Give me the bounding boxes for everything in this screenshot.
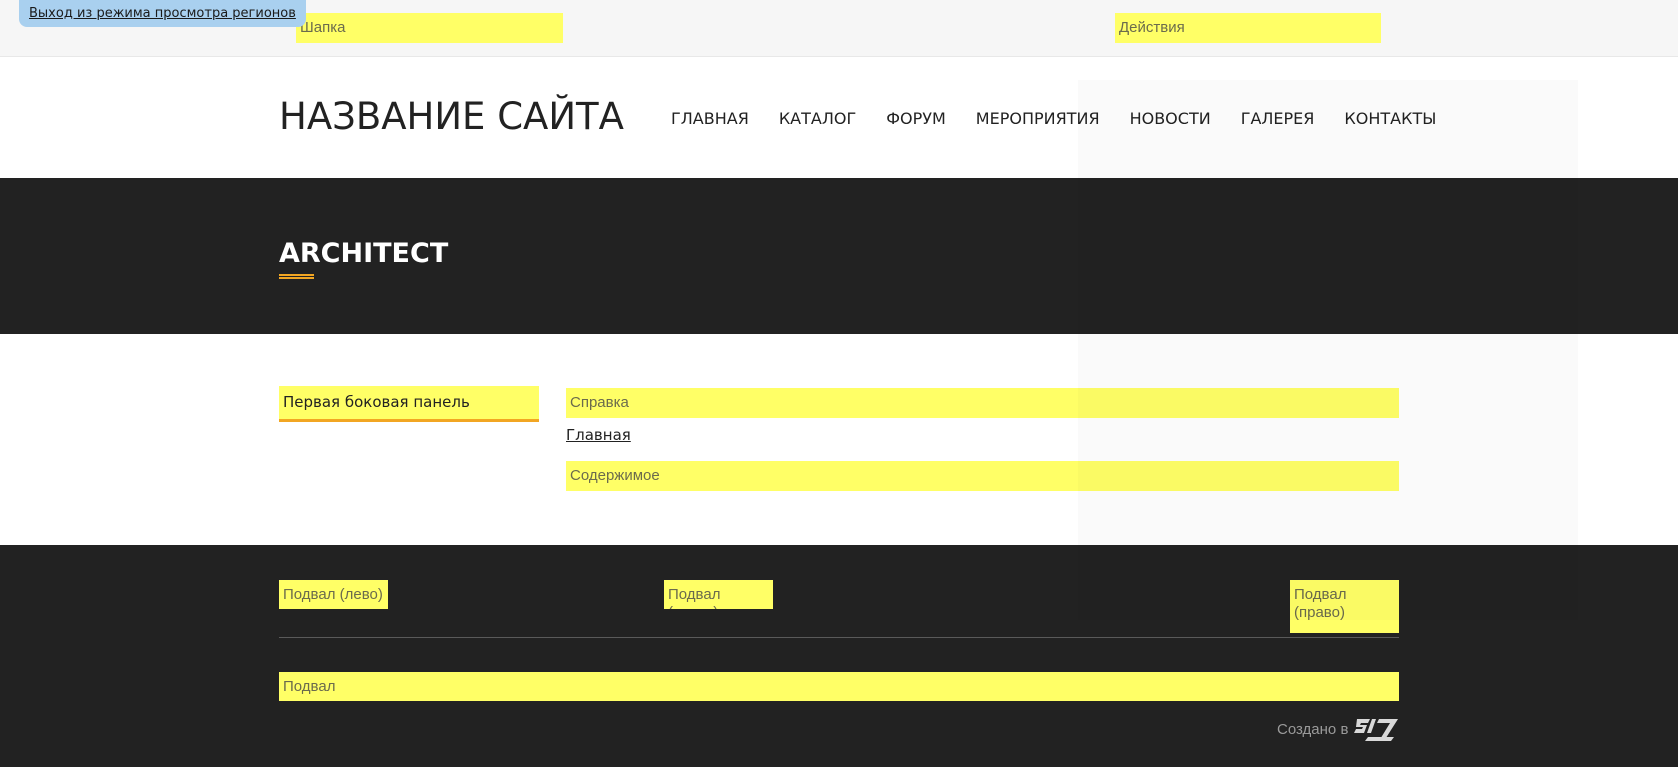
page: Шапка Действия Выход из режима просмотра… xyxy=(0,0,1678,767)
nav-item-events[interactable]: МЕРОПРИЯТИЯ xyxy=(976,109,1100,128)
site-footer: Подвал (лево) Подвал (центр) Подвал (пра… xyxy=(0,545,1678,767)
page-title: ARCHITECT xyxy=(279,238,449,269)
exit-region-demo-link[interactable]: Выход из режима просмотра регионов xyxy=(19,0,306,27)
site-name[interactable]: НАЗВАНИЕ САЙТА xyxy=(279,95,624,138)
nav-item-catalog[interactable]: КАТАЛОГ xyxy=(779,109,856,128)
nav-item-home[interactable]: ГЛАВНАЯ xyxy=(671,109,749,128)
region-footer-center: Подвал (центр) xyxy=(664,580,773,609)
nav-item-contacts[interactable]: КОНТАКТЫ xyxy=(1344,109,1436,128)
region-help: Справка xyxy=(566,388,1399,418)
nav-item-forum[interactable]: ФОРУМ xyxy=(886,109,946,128)
page-title-band: ARCHITECT xyxy=(0,178,1678,334)
region-footer-left: Подвал (лево) xyxy=(279,580,388,609)
region-footer: Подвал xyxy=(279,672,1399,701)
main-content: Первая боковая панель Справка Главная Со… xyxy=(0,334,1678,545)
region-header: Шапка xyxy=(296,13,563,43)
nav-item-news[interactable]: НОВОСТИ xyxy=(1130,109,1211,128)
breadcrumb-home-link[interactable]: Главная xyxy=(566,426,631,444)
nav-item-gallery[interactable]: ГАЛЕРЕЯ xyxy=(1241,109,1315,128)
region-actions: Действия xyxy=(1115,13,1381,43)
sidebar-first-title: Первая боковая панель xyxy=(279,386,539,422)
main-nav: ГЛАВНАЯ КАТАЛОГ ФОРУМ МЕРОПРИЯТИЯ НОВОСТ… xyxy=(671,109,1436,128)
site-header: НАЗВАНИЕ САЙТА ГЛАВНАЯ КАТАЛОГ ФОРУМ МЕР… xyxy=(0,57,1678,178)
region-footer-right: Подвал (право) xyxy=(1290,580,1399,633)
footer-divider xyxy=(279,637,1399,638)
credits-text: Создано в xyxy=(1277,720,1349,738)
region-content: Содержимое xyxy=(566,461,1399,491)
title-underline xyxy=(279,274,314,279)
sl7-logo-icon[interactable] xyxy=(1354,713,1402,745)
credits: Создано в xyxy=(1277,713,1402,745)
